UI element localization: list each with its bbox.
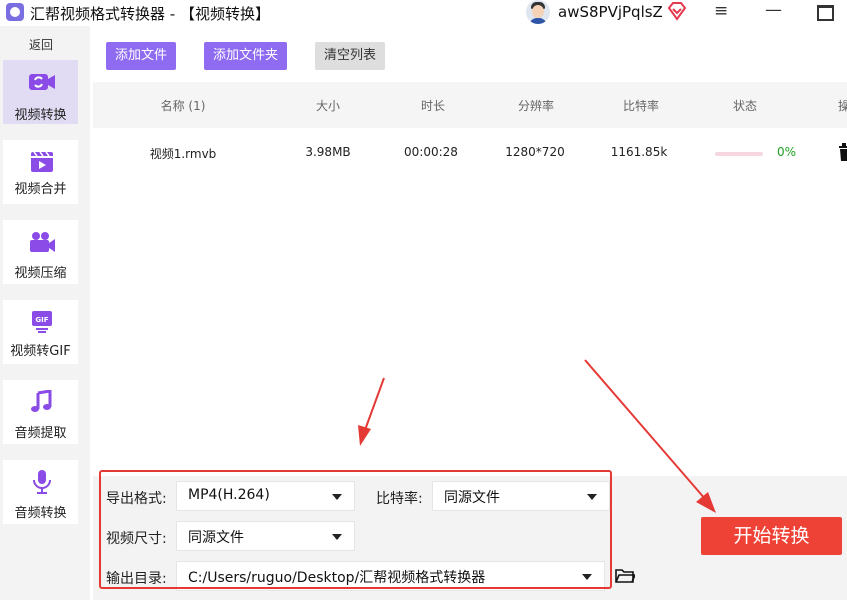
progress-percent: 0% bbox=[777, 145, 797, 159]
clear-list-button[interactable]: 清空列表 bbox=[315, 42, 386, 70]
sidebar-item-video-convert[interactable]: 视频转换 bbox=[3, 60, 78, 124]
maximize-icon[interactable] bbox=[817, 5, 834, 21]
cell-name: 视频1.rmvb bbox=[149, 147, 217, 161]
add-folder-button[interactable]: 添加文件夹 bbox=[204, 42, 288, 70]
column-header-status[interactable]: 状态 bbox=[715, 97, 775, 114]
video-compress-icon bbox=[30, 232, 55, 252]
user-avatar[interactable] bbox=[526, 0, 550, 24]
size-label: 视频尺寸: bbox=[106, 531, 167, 547]
format-value: MP4(H.264) bbox=[188, 487, 270, 503]
file-table-header: 名称 (1) 大小 时长 分辨率 比特率 状态 操 bbox=[93, 82, 847, 128]
microphone-icon bbox=[33, 470, 51, 494]
bitrate-label: 比特率: bbox=[376, 491, 423, 507]
title-bar: 汇帮视频格式转换器 - 【视频转换】 awS8PVjPqlsZ ≡ — bbox=[0, 0, 847, 26]
menu-icon[interactable]: ≡ bbox=[714, 1, 728, 21]
output-dir-select[interactable]: C:/Users/ruguo/Desktop/汇帮视频格式转换器 bbox=[176, 561, 605, 591]
size-value: 同源文件 bbox=[188, 530, 244, 546]
music-note-icon bbox=[31, 390, 52, 412]
table-row[interactable]: 视频1.rmvb 3.98MB 00:00:28 1280*720 1161.8… bbox=[93, 128, 847, 178]
sidebar-item-label: 视频压缩 bbox=[14, 266, 67, 281]
svg-text:GIF: GIF bbox=[35, 316, 48, 324]
format-select[interactable]: MP4(H.264) bbox=[176, 481, 355, 511]
format-label: 导出格式: bbox=[106, 491, 167, 507]
column-header-name[interactable]: 名称 (1) bbox=[143, 97, 223, 114]
vip-diamond-icon[interactable] bbox=[666, 1, 688, 21]
cell-size: 3.98MB bbox=[305, 145, 351, 159]
column-header-actions: 操 bbox=[837, 99, 847, 113]
window-title: 汇帮视频格式转换器 - 【视频转换】 bbox=[30, 5, 270, 23]
sidebar-item-audio-extract[interactable]: 音频提取 bbox=[3, 380, 78, 444]
file-list-area bbox=[93, 178, 847, 476]
delete-icon[interactable] bbox=[839, 143, 847, 161]
cell-bitrate: 1161.85k bbox=[610, 145, 668, 159]
folder-icon[interactable] bbox=[615, 568, 635, 584]
size-select[interactable]: 同源文件 bbox=[176, 521, 355, 551]
sidebar-item-audio-convert[interactable]: 音频转换 bbox=[3, 460, 78, 524]
output-dir-value: C:/Users/ruguo/Desktop/汇帮视频格式转换器 bbox=[188, 570, 486, 586]
sidebar: 返回 视频转换 视频合并 视频压缩 GIF 视频转GIF 音频提取 音频转换 bbox=[0, 26, 90, 600]
output-label: 输出目录: bbox=[106, 571, 167, 587]
sidebar-item-label: 视频合并 bbox=[14, 182, 67, 197]
column-header-bitrate[interactable]: 比特率 bbox=[611, 97, 671, 114]
minimize-icon[interactable]: — bbox=[765, 0, 782, 20]
column-header-resolution[interactable]: 分辨率 bbox=[506, 97, 566, 114]
chevron-down-icon bbox=[332, 534, 342, 540]
sidebar-item-video-merge[interactable]: 视频合并 bbox=[3, 140, 78, 204]
chevron-down-icon bbox=[587, 494, 597, 500]
start-convert-button[interactable]: 开始转换 bbox=[701, 517, 842, 555]
cell-duration: 00:00:28 bbox=[404, 145, 458, 159]
chevron-down-icon bbox=[582, 574, 592, 580]
app-logo-icon bbox=[6, 3, 24, 21]
column-header-duration[interactable]: 时长 bbox=[403, 97, 463, 114]
username[interactable]: awS8PVjPqlsZ bbox=[558, 3, 663, 21]
progress-bar bbox=[715, 152, 763, 156]
add-file-button[interactable]: 添加文件 bbox=[106, 42, 177, 70]
chevron-down-icon bbox=[332, 494, 342, 500]
video-convert-icon bbox=[29, 74, 55, 90]
sidebar-item-label: 视频转换 bbox=[14, 108, 67, 123]
cell-resolution: 1280*720 bbox=[505, 145, 565, 159]
sidebar-item-label: 音频提取 bbox=[14, 426, 67, 441]
back-button[interactable]: 返回 bbox=[0, 36, 82, 53]
bitrate-value: 同源文件 bbox=[444, 490, 500, 506]
sidebar-item-label: 音频转换 bbox=[14, 506, 67, 521]
sidebar-item-video-compress[interactable]: 视频压缩 bbox=[3, 220, 78, 284]
video-merge-icon bbox=[31, 151, 53, 172]
column-header-size[interactable]: 大小 bbox=[298, 97, 358, 114]
toolbar: 添加文件 添加文件夹 清空列表 bbox=[90, 26, 847, 82]
sidebar-item-video-gif[interactable]: GIF 视频转GIF bbox=[3, 300, 78, 364]
gif-icon: GIF bbox=[32, 311, 52, 333]
bitrate-select[interactable]: 同源文件 bbox=[432, 481, 610, 511]
sidebar-item-label: 视频转GIF bbox=[10, 344, 71, 359]
